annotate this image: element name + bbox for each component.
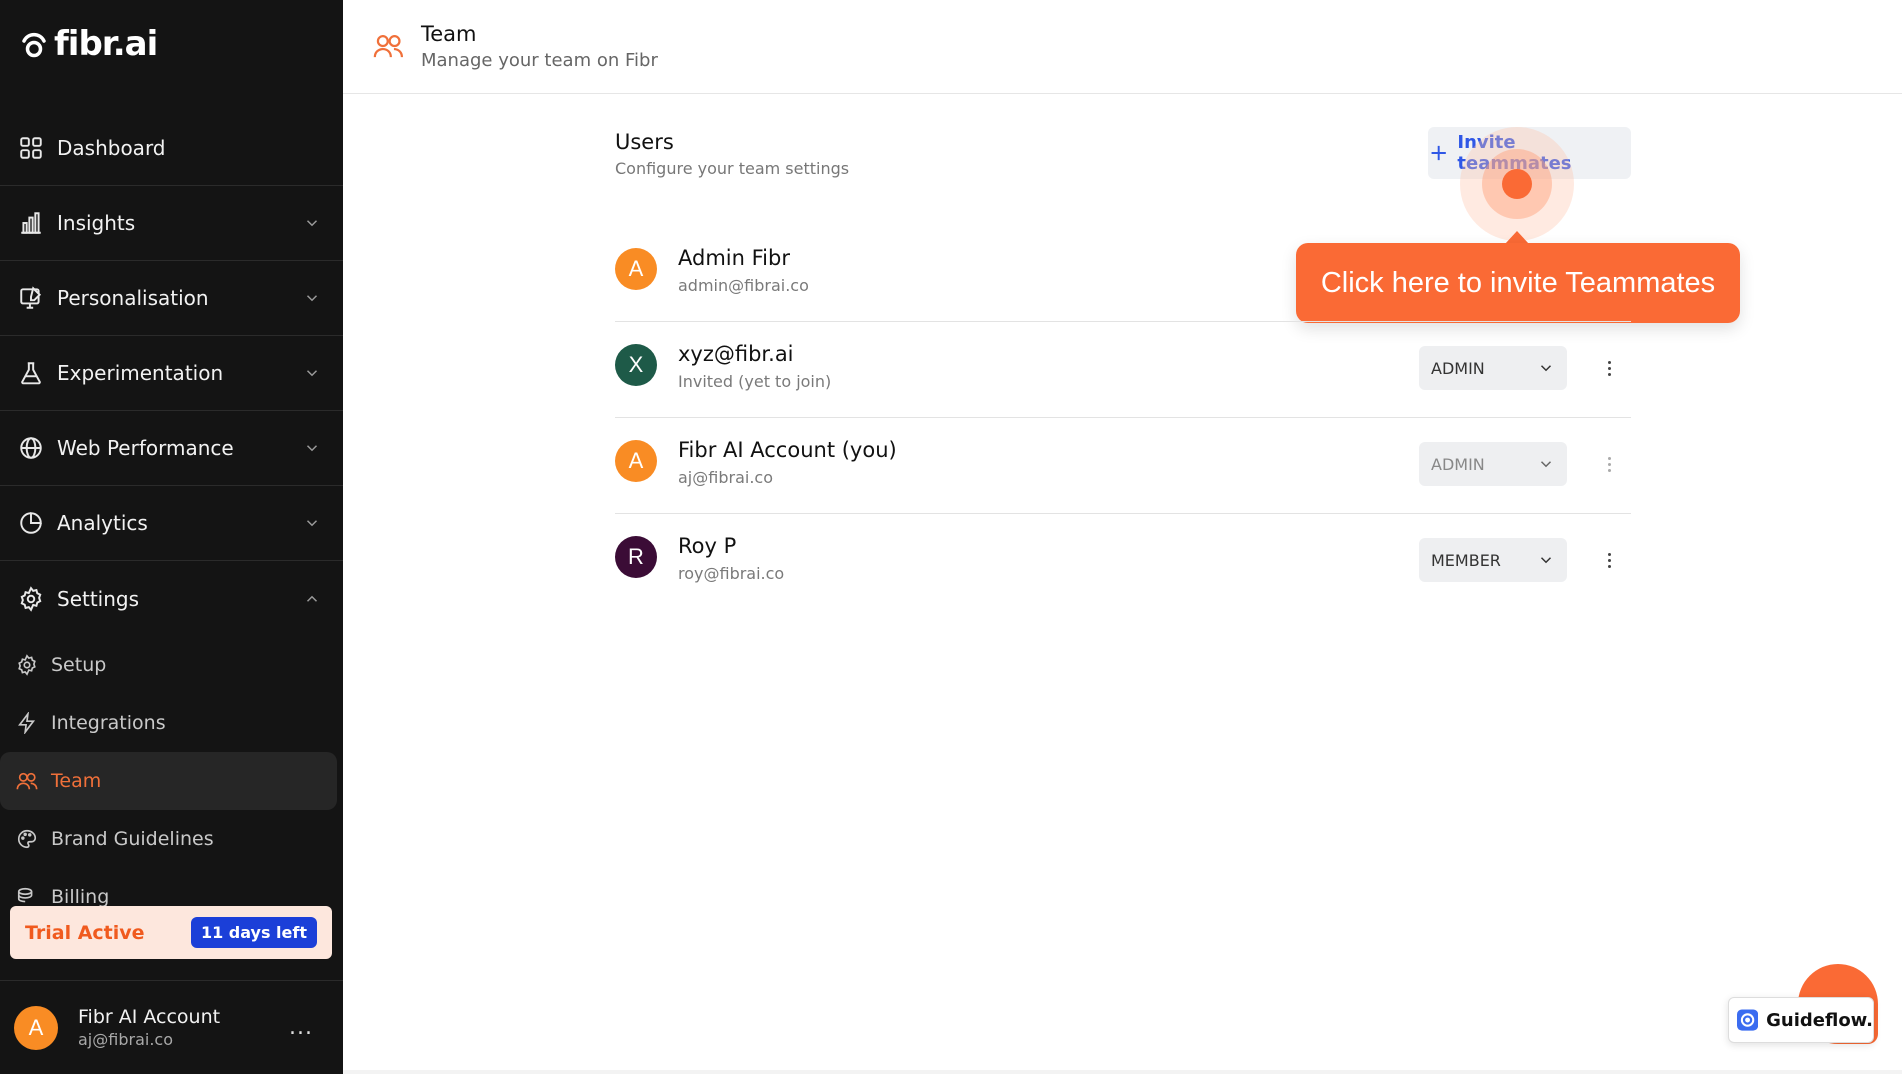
chevron-down-icon — [306, 220, 318, 227]
globe-icon — [20, 437, 42, 459]
sidebar-item-settings[interactable]: Settings — [0, 561, 343, 636]
sidebar-subitem-label: Billing — [51, 886, 110, 908]
chevron-down-icon — [1540, 557, 1552, 564]
chevron-down-icon — [1540, 365, 1552, 372]
user-email: roy@fibrai.co — [678, 564, 785, 583]
list-item: X xyz@fibr.ai Invited (yet to join) ADMI… — [615, 322, 1631, 418]
sidebar-subitem-label: Integrations — [51, 712, 166, 734]
guideflow-logo-icon — [1737, 1009, 1759, 1031]
list-item: A Admin Fibr admin@fibrai.co — [615, 226, 1631, 322]
sidebar-item-web-performance[interactable]: Web Performance — [0, 411, 343, 486]
avatar: A — [14, 1005, 58, 1050]
users-list: A Admin Fibr admin@fibrai.co X xyz@fibr.… — [615, 226, 1631, 610]
page-header: Team Manage your team on Fibr — [343, 0, 1902, 94]
avatar: R — [615, 536, 657, 578]
settings-submenu: Setup Integrations Team Brand Guidelines… — [0, 636, 343, 926]
user-name: Fibr AI Account (you) — [678, 438, 897, 462]
palette-icon — [18, 829, 37, 849]
plus-icon — [1431, 145, 1446, 161]
more-options-icon[interactable]: ... — [289, 1015, 313, 1040]
flask-icon — [21, 362, 41, 385]
more-options-button[interactable] — [1599, 448, 1619, 480]
sidebar-item-label: Web Performance — [57, 436, 234, 460]
chevron-up-icon — [306, 595, 318, 602]
chevron-down-icon — [306, 445, 318, 452]
edit-screen-icon — [20, 286, 42, 309]
chevron-down-icon — [306, 295, 318, 302]
trial-days-badge: 11 days left — [190, 917, 317, 948]
sidebar-item-analytics[interactable]: Analytics — [0, 486, 343, 561]
sidebar-subitem-brand-guidelines[interactable]: Brand Guidelines — [0, 810, 343, 868]
hotspot-dot[interactable] — [1502, 169, 1532, 199]
users-icon — [16, 772, 38, 790]
chevron-down-icon — [1540, 461, 1552, 468]
bar-chart-icon — [21, 212, 41, 234]
user-name: Admin Fibr — [678, 246, 790, 270]
user-email: aj@fibrai.co — [678, 468, 773, 487]
sidebar-subitem-integrations[interactable]: Integrations — [0, 694, 343, 752]
guideflow-label: Guideflow. — [1766, 1009, 1873, 1031]
avatar: A — [615, 440, 657, 482]
pie-chart-icon — [20, 512, 42, 534]
avatar: X — [615, 344, 657, 386]
gear-icon — [20, 585, 42, 612]
coins-icon — [17, 887, 33, 903]
sidebar-item-experimentation[interactable]: Experimentation — [0, 336, 343, 411]
sidebar-item-label: Personalisation — [57, 286, 209, 310]
sidebar-item-personalisation[interactable]: Personalisation — [0, 261, 343, 336]
user-email: Invited (yet to join) — [678, 372, 832, 391]
sidebar-subitem-label: Team — [51, 770, 102, 792]
sidebar-item-label: Analytics — [57, 511, 148, 535]
sidebar-item-dashboard[interactable]: Dashboard — [0, 111, 343, 186]
guideflow-badge[interactable]: Guideflow. — [1728, 997, 1874, 1043]
section-title: Users — [615, 130, 674, 154]
users-icon — [373, 35, 404, 58]
sidebar-item-label: Insights — [57, 211, 136, 235]
fibr-logo-icon — [22, 32, 46, 58]
role-select[interactable]: ADMIN — [1419, 346, 1567, 390]
bolt-icon — [18, 712, 36, 734]
more-options-button[interactable] — [1599, 352, 1619, 384]
sidebar-item-label: Settings — [57, 586, 140, 611]
avatar: A — [615, 248, 657, 290]
user-email: admin@fibrai.co — [678, 276, 809, 295]
more-options-button[interactable] — [1599, 544, 1619, 576]
account-footer[interactable]: A Fibr AI Account aj@fibrai.co ... — [0, 980, 343, 1074]
list-item: R Roy P roy@fibrai.co MEMBER — [615, 514, 1631, 610]
trial-banner[interactable]: Trial Active 11 days left — [10, 906, 332, 959]
sidebar-item-label: Experimentation — [57, 361, 224, 385]
page-subtitle: Manage your team on Fibr — [421, 50, 658, 71]
brand-name: fibr.ai — [54, 24, 158, 64]
section-subtitle: Configure your team settings — [615, 159, 850, 178]
chevron-down-icon — [306, 520, 318, 527]
sidebar-subitem-setup[interactable]: Setup — [0, 636, 343, 694]
role-value: ADMIN — [1431, 358, 1485, 378]
list-item: A Fibr AI Account (you) aj@fibrai.co ADM… — [615, 418, 1631, 514]
chevron-down-icon — [306, 370, 318, 377]
gear-icon — [18, 654, 36, 676]
sidebar-subitem-team[interactable]: Team — [0, 752, 337, 810]
role-value: MEMBER — [1431, 550, 1501, 570]
sidebar-subitem-label: Setup — [51, 654, 107, 676]
account-name: Fibr AI Account — [78, 1006, 221, 1028]
sidebar-nav: Dashboard Insights Personalisation Exper… — [0, 111, 343, 926]
grid-icon — [20, 137, 42, 159]
role-value: ADMIN — [1431, 454, 1485, 474]
user-name: xyz@fibr.ai — [678, 342, 794, 366]
sidebar-item-label: Dashboard — [57, 136, 166, 160]
logo[interactable]: fibr.ai — [20, 22, 158, 66]
sidebar-item-insights[interactable]: Insights — [0, 186, 343, 261]
sidebar-subitem-label: Brand Guidelines — [51, 828, 214, 850]
sidebar: fibr.ai Dashboard Insights Personalisati… — [0, 0, 343, 1074]
role-select[interactable]: ADMIN — [1419, 442, 1567, 486]
role-select[interactable]: MEMBER — [1419, 538, 1567, 582]
page-title: Team — [421, 22, 477, 46]
user-name: Roy P — [678, 534, 737, 558]
account-email: aj@fibrai.co — [78, 1030, 173, 1049]
bottom-divider — [343, 1070, 1902, 1074]
trial-status: Trial Active — [25, 921, 145, 944]
